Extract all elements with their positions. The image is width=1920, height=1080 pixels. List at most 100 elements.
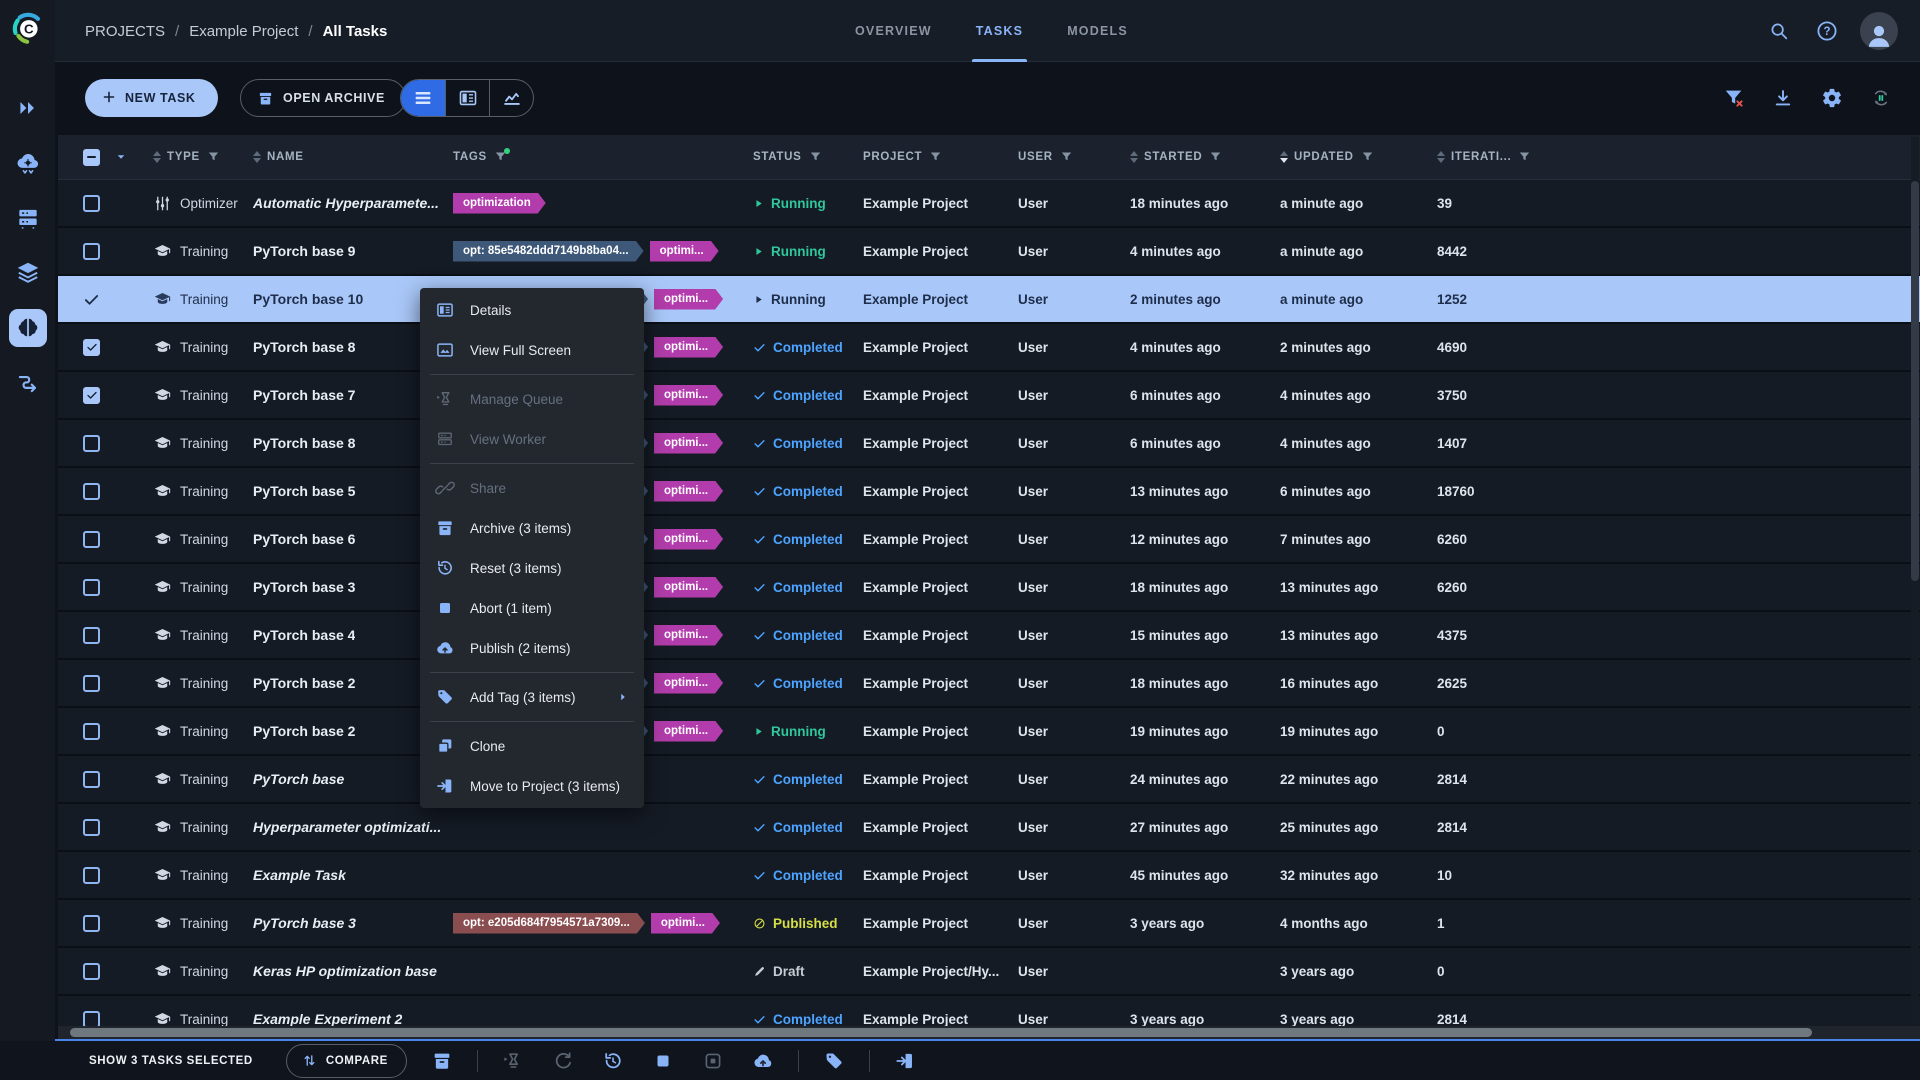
row-checkbox[interactable] [83,723,100,740]
help-icon[interactable]: ? [1812,16,1842,46]
menu-item-view-full-screen[interactable]: View Full Screen [420,330,644,370]
table-row[interactable]: TrainingPyTorch base 2optimi...RunningEx… [58,708,1920,756]
settings-icon[interactable] [1821,87,1843,109]
table-row[interactable]: OptimizerAutomatic Hyperparamete...optim… [58,180,1920,228]
download-icon[interactable] [1772,87,1794,109]
sort-toggle-updated[interactable] [1280,151,1288,163]
row-checkbox[interactable] [83,579,100,596]
row-checkbox[interactable] [83,675,100,692]
table-row[interactable]: TrainingPyTorch base 9opt: 85e5482ddd714… [58,228,1920,276]
filter-icon-user[interactable] [1059,150,1074,165]
sort-toggle-started[interactable] [1130,151,1138,163]
tag[interactable]: optimi... [654,337,723,358]
task-name[interactable]: PyTorch base 3 [253,915,356,931]
row-checkbox[interactable] [83,819,100,836]
sort-toggle-type[interactable] [153,151,161,163]
breadcrumb-item[interactable]: Example Project [189,23,298,40]
abort-button[interactable] [638,1050,688,1072]
table-row[interactable]: TrainingPyTorch base 8optimi...Completed… [58,420,1920,468]
breadcrumb-item[interactable]: PROJECTS [85,23,165,40]
row-checkbox[interactable] [83,963,100,980]
tag[interactable]: optimi... [650,241,719,262]
table-row[interactable]: TrainingHyperparameter optimizati...Comp… [58,804,1920,852]
table-row[interactable]: TrainingPyTorch base 8optimi...Completed… [58,324,1920,372]
task-name[interactable]: Hyperparameter optimizati... [253,819,441,835]
tab-tasks[interactable]: TASKS [976,0,1023,62]
filter-icon-project[interactable] [928,150,943,165]
add-tag-button[interactable] [809,1050,859,1072]
table-row[interactable]: TrainingPyTorch base 6optimi...Completed… [58,516,1920,564]
getting-started-nav[interactable] [0,80,55,135]
reset-button[interactable] [588,1050,638,1072]
task-name[interactable]: PyTorch base 2 [253,675,355,691]
tag[interactable]: optimi... [651,913,720,934]
filter-icon-status[interactable] [808,150,823,165]
task-name[interactable]: PyTorch base 8 [253,339,355,355]
row-checkbox[interactable] [83,771,100,788]
horizontal-scrollbar-thumb[interactable] [70,1028,1812,1037]
menu-item-details[interactable]: Details [420,290,644,330]
task-name[interactable]: PyTorch base [253,771,344,787]
workers-queues-nav[interactable] [0,190,55,245]
row-checkbox[interactable] [83,243,100,260]
autoscalers-nav[interactable] [0,135,55,190]
compare-button[interactable]: COMPARE [286,1044,407,1078]
task-name[interactable]: PyTorch base 6 [253,531,355,547]
table-row[interactable]: TrainingPyTorch base 10optimi...RunningE… [58,276,1920,324]
show-selected-button[interactable]: SHOW 3 TASKS SELECTED [89,1055,253,1067]
tag[interactable]: optimi... [654,289,723,310]
projects-nav[interactable] [0,300,55,355]
table-row[interactable]: TrainingExample Experiment 2CompletedExa… [58,996,1920,1026]
filter-icon-iterations[interactable] [1517,150,1532,165]
row-checkbox[interactable] [83,915,100,932]
task-name[interactable]: PyTorch base 8 [253,435,355,451]
task-name[interactable]: PyTorch base 3 [253,579,355,595]
tag[interactable]: optimi... [654,481,723,502]
task-name[interactable]: Automatic Hyperparamete... [253,195,439,211]
menu-item-publish-2-items[interactable]: Publish (2 items) [420,628,644,668]
task-name[interactable]: PyTorch base 4 [253,627,355,643]
menu-item-add-tag-3-items[interactable]: Add Tag (3 items) [420,677,644,717]
tag[interactable]: opt: 85e5482ddd7149b8ba04... [453,241,644,262]
row-checkbox[interactable] [83,435,100,452]
clear-filters-icon[interactable] [1723,87,1745,109]
task-name[interactable]: PyTorch base 9 [253,243,355,259]
table-view-button[interactable] [401,80,445,116]
task-name[interactable]: Example Experiment 2 [253,1011,402,1026]
row-selected-check-icon[interactable] [83,291,100,308]
task-name[interactable]: PyTorch base 2 [253,723,355,739]
row-checkbox[interactable] [83,195,100,212]
filter-icon-started[interactable] [1208,150,1223,165]
row-checkbox[interactable] [83,867,100,884]
task-name[interactable]: PyTorch base 7 [253,387,355,403]
avatar[interactable] [1860,12,1898,50]
filter-icon-updated[interactable] [1360,150,1375,165]
select-all-checkbox[interactable] [83,149,100,166]
new-task-button[interactable]: NEW TASK [85,79,218,117]
tag[interactable]: optimi... [654,529,723,550]
tag[interactable]: optimi... [654,433,723,454]
move-to-project-button[interactable] [880,1050,930,1072]
task-name[interactable]: PyTorch base 10 [253,291,363,307]
table-row[interactable]: TrainingPyTorch base 3opt: e205d684f7954… [58,900,1920,948]
filter-icon-tags[interactable] [493,150,508,165]
menu-item-reset-3-items[interactable]: Reset (3 items) [420,548,644,588]
table-row[interactable]: TrainingPyTorch base 7optimi...Completed… [58,372,1920,420]
menu-item-move-to-project-3-items[interactable]: Move to Project (3 items) [420,766,644,806]
open-archive-button[interactable]: OPEN ARCHIVE [240,79,406,117]
task-name[interactable]: Keras HP optimization base [253,963,437,979]
tag[interactable]: optimi... [654,721,723,742]
tag[interactable]: optimi... [654,625,723,646]
row-checkbox[interactable] [83,339,100,356]
horizontal-scrollbar[interactable] [58,1026,1920,1039]
publish-button[interactable] [738,1050,788,1072]
chart-view-button[interactable] [489,80,533,116]
tag[interactable]: optimi... [654,385,723,406]
row-checkbox[interactable] [83,531,100,548]
archive-button[interactable] [417,1050,467,1072]
breadcrumb-item[interactable]: All Tasks [323,23,388,40]
search-icon[interactable] [1764,16,1794,46]
tab-overview[interactable]: OVERVIEW [855,0,932,62]
filter-icon-type[interactable] [206,150,221,165]
vertical-scrollbar-thumb[interactable] [1911,181,1919,581]
